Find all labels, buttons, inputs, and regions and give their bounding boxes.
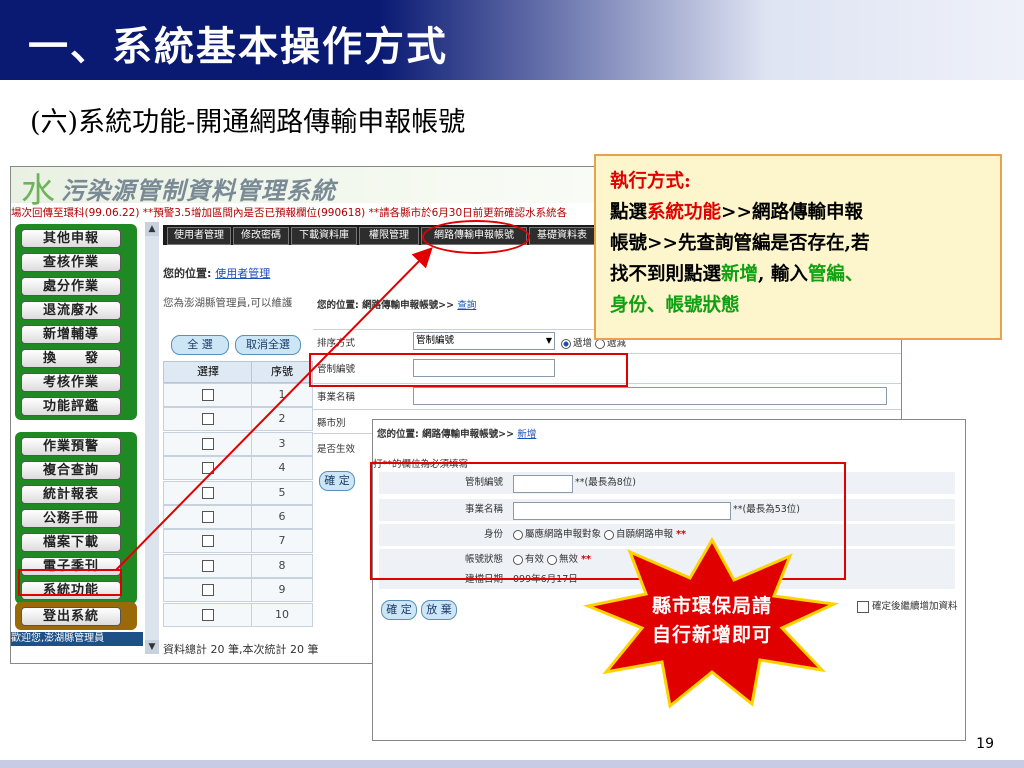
footer-bar (0, 760, 1024, 768)
instruction-note: 執行方式: 點選系統功能>>網路傳輸申報 帳號>>先查詢管編是否存在,若 找不到… (594, 154, 1002, 340)
page-number: 19 (976, 736, 994, 752)
starburst-callout: 縣市環保局請 自行新增即可 (612, 592, 812, 650)
note-line: 身份、帳號狀態 (610, 295, 740, 316)
note-line: 帳號>>先查詢管編是否存在,若 (610, 233, 870, 254)
starburst-line: 自行新增即可 (651, 624, 772, 646)
pointer-arrow (115, 247, 433, 571)
arrow-layer (115, 247, 840, 709)
note-line: 點選系統功能>>網路傳輸申報 (610, 202, 864, 223)
starburst-line: 縣市環保局請 (651, 595, 772, 617)
note-line: 找不到則點選新增, 輸入管編、 (610, 264, 864, 285)
note-heading: 執行方式: (610, 171, 691, 192)
